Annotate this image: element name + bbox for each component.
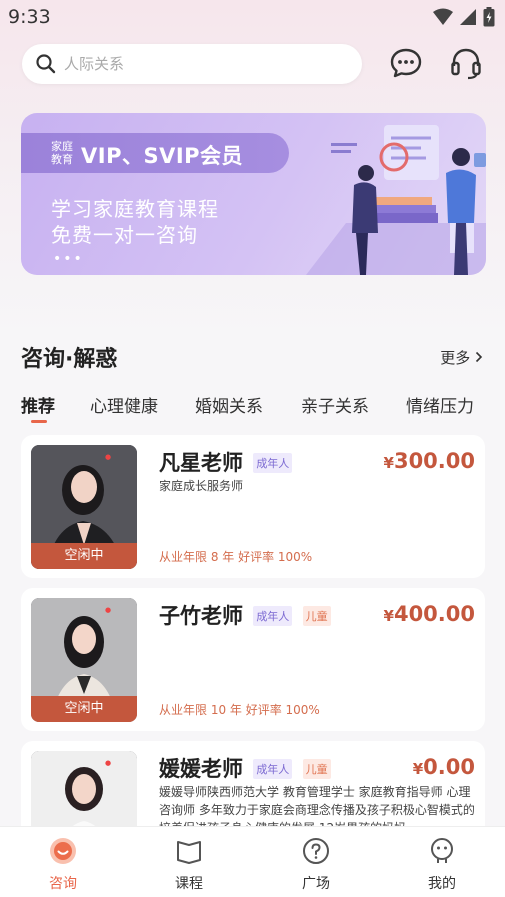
- nav-course[interactable]: 课程: [149, 837, 229, 893]
- brand-logo: ●: [105, 759, 112, 767]
- counselor-name: 媛媛老师: [159, 757, 243, 781]
- course-icon: [177, 841, 201, 864]
- price-value: 300.00: [393, 449, 475, 473]
- status-time: 9:33: [8, 6, 51, 28]
- tab-marriage[interactable]: 婚姻关系: [195, 392, 263, 417]
- banner-pagination: •••: [53, 251, 84, 267]
- message-icon[interactable]: [389, 46, 423, 80]
- brand-logo: ●: [105, 453, 112, 461]
- banner-vip-title: VIP、SVIP会员: [81, 144, 244, 168]
- square-icon: [303, 838, 329, 864]
- counselor-name: 子竹老师: [159, 604, 243, 628]
- tag-child: 儿童: [302, 606, 331, 626]
- profile-icon: [431, 838, 453, 863]
- tag-child: 儿童: [302, 759, 331, 779]
- status-bar: 9:33: [0, 0, 505, 34]
- search-bar[interactable]: [22, 44, 362, 84]
- consult-icon: [50, 838, 76, 864]
- category-tabs: 推荐 心理健康 婚姻关系 亲子关系 情绪压力: [0, 392, 505, 428]
- active-tab-indicator: [31, 420, 47, 423]
- counselor-card[interactable]: ● 空闲中 凡星老师 成年人 ¥300.00 家庭成长服务师 从业年限 8 年 …: [21, 435, 485, 578]
- currency-symbol: ¥: [383, 454, 394, 472]
- nav-consult[interactable]: 咨询: [23, 837, 103, 893]
- counselor-description: 家庭成长服务师: [159, 479, 244, 493]
- more-label: 更多: [440, 349, 471, 367]
- counselor-card[interactable]: ● 空闲中 子竹老师 成年人 儿童 ¥400.00 从业年限 10 年 好评率 …: [21, 588, 485, 731]
- currency-symbol: ¥: [383, 607, 394, 625]
- nav-profile[interactable]: 我的: [402, 837, 482, 893]
- banner-line-2: 免费一对一咨询: [51, 223, 198, 247]
- tab-mental-health[interactable]: 心理健康: [90, 392, 158, 417]
- counselor-name: 凡星老师: [159, 451, 243, 475]
- currency-symbol: ¥: [412, 760, 424, 778]
- banner-brand: 家庭 教育: [51, 140, 73, 166]
- battery-icon: [483, 7, 495, 27]
- banner-line-1: 学习家庭教育课程: [51, 197, 219, 221]
- price-value: 400.00: [393, 602, 475, 626]
- chevron-right-icon: [475, 351, 483, 363]
- nav-label: 课程: [175, 876, 203, 892]
- tag-adult: 成年人: [253, 606, 293, 626]
- price: ¥300.00: [384, 449, 475, 473]
- availability-badge: 空闲中: [31, 696, 137, 722]
- counselor-photo: ● 空闲中: [31, 598, 137, 722]
- headset-icon[interactable]: [449, 46, 483, 80]
- counselor-stats: 从业年限 8 年 好评率 100%: [159, 550, 313, 564]
- brand-logo: ●: [105, 606, 112, 614]
- search-icon: [36, 54, 56, 74]
- banner-illustration: [306, 125, 486, 275]
- tab-emotional-stress[interactable]: 情绪压力: [406, 392, 474, 417]
- nav-label: 我的: [428, 876, 456, 892]
- tag-adult: 成年人: [253, 759, 293, 779]
- availability-badge: 空闲中: [31, 543, 137, 569]
- signal-icon: [460, 9, 476, 25]
- counselor-name-row: 媛媛老师 成年人 儿童: [159, 753, 331, 783]
- tag-adult: 成年人: [253, 453, 293, 473]
- tab-parent-child[interactable]: 亲子关系: [301, 392, 369, 417]
- nav-square[interactable]: 广场: [276, 837, 356, 893]
- price: ¥0.00: [413, 755, 475, 779]
- nav-label: 广场: [302, 876, 330, 892]
- more-link[interactable]: 更多: [440, 347, 483, 368]
- tab-recommended[interactable]: 推荐: [21, 392, 55, 417]
- counselor-name-row: 凡星老师 成年人: [159, 447, 293, 477]
- counselor-name-row: 子竹老师 成年人 儿童: [159, 600, 331, 630]
- price: ¥400.00: [384, 602, 475, 626]
- counselor-stats: 从业年限 10 年 好评率 100%: [159, 703, 320, 717]
- wifi-icon: [433, 8, 453, 25]
- bottom-nav: 咨询 课程 广场 我的: [0, 826, 505, 897]
- price-value: 0.00: [423, 755, 475, 779]
- nav-label: 咨询: [49, 876, 77, 892]
- search-input[interactable]: [64, 55, 324, 73]
- section-title: 咨询·解惑: [21, 347, 118, 372]
- status-icons: [433, 7, 495, 27]
- counselor-photo: ● 空闲中: [31, 445, 137, 569]
- vip-banner[interactable]: 家庭 教育 VIP、SVIP会员 学习家庭教育课程 免费一对一咨询 •••: [21, 113, 486, 275]
